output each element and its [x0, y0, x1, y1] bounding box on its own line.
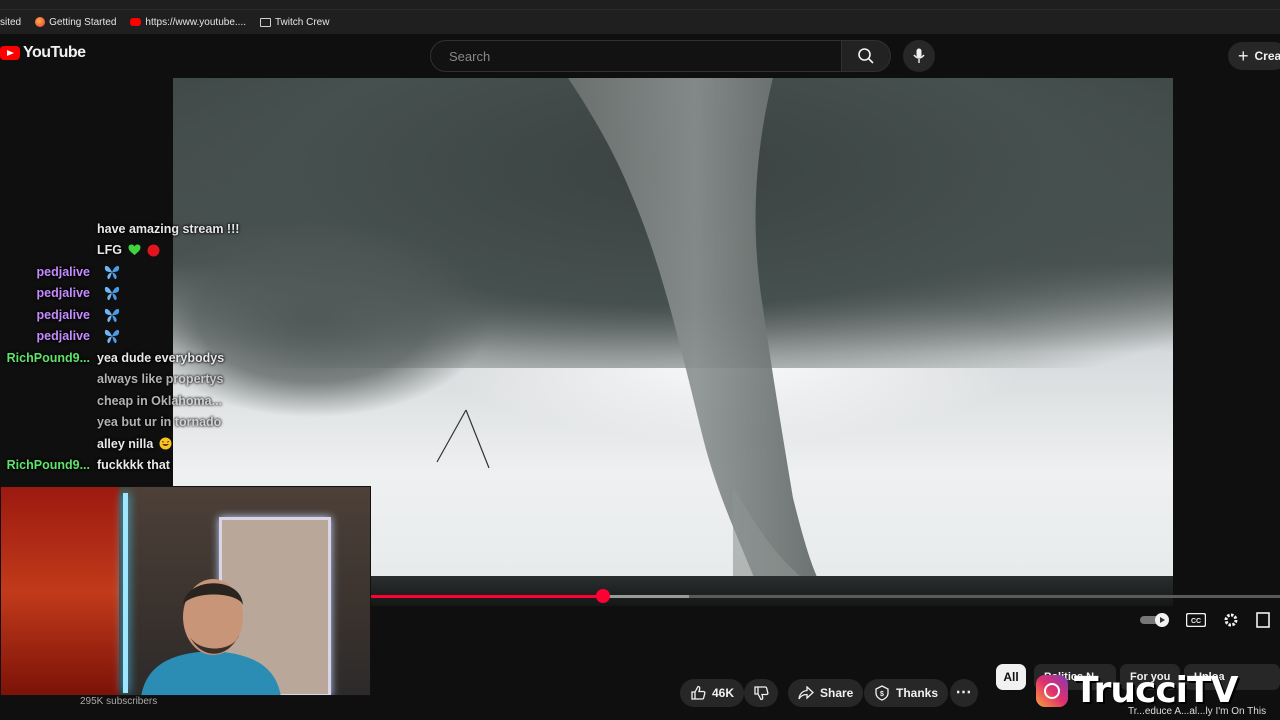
- search-placeholder: Search: [449, 48, 491, 64]
- recommended-video-title[interactable]: Tr...educe A...al...ly I'm On This: [1128, 706, 1266, 717]
- chat-message: always like propertys: [0, 369, 300, 391]
- palm-tree-wall: [1, 487, 119, 695]
- chat-message: yea but ur in tornado: [0, 412, 300, 434]
- create-label: Crea: [1254, 49, 1280, 63]
- bookmark-label: Twitch Crew: [275, 16, 330, 28]
- chat-username[interactable]: pedjalive: [0, 265, 97, 279]
- chat-message: pedjalive: [0, 261, 300, 283]
- blue-butterfly-emote-icon: [103, 328, 121, 344]
- chat-message: have amazing stream !!!: [0, 218, 300, 240]
- blue-butterfly-emote-icon: [103, 285, 121, 301]
- chat-username[interactable]: pedjalive: [0, 286, 97, 300]
- chat-text: fuckkkk that: [97, 458, 170, 473]
- bookmark-folder-twitch-crew[interactable]: Twitch Crew: [260, 17, 329, 28]
- chat-message: pedjalive: [0, 304, 300, 326]
- laughing-face-emote-icon: [159, 437, 172, 450]
- red-circle-emote-icon: [147, 244, 160, 257]
- firefox-icon: [35, 17, 46, 27]
- search-icon: [858, 48, 874, 64]
- youtube-logo[interactable]: YouTube: [0, 44, 86, 62]
- like-button[interactable]: 46K: [680, 679, 745, 707]
- blue-butterfly-emote-icon: [103, 264, 121, 280]
- chat-message: LFG: [0, 240, 300, 262]
- chat-message: pedjalive: [0, 326, 300, 348]
- search-input[interactable]: Search: [430, 40, 842, 72]
- more-horizontal-icon: ⋯: [955, 684, 973, 701]
- chat-username[interactable]: RichPound9...: [0, 351, 97, 365]
- instagram-icon: [1036, 674, 1068, 707]
- chat-text: yea but ur in tornado: [97, 415, 222, 430]
- microphone-icon: [913, 48, 925, 63]
- autoplay-toggle-icon: [1140, 613, 1169, 627]
- subscriber-count: 295K subscribers: [80, 696, 158, 707]
- chat-text: cheap in Oklahoma...: [97, 393, 223, 408]
- bookmark-youtube[interactable]: https://www.youtube....: [130, 17, 246, 28]
- green-heart-emote-icon: [128, 244, 141, 256]
- dislike-button[interactable]: [744, 679, 778, 707]
- miniplayer-button[interactable]: [1256, 612, 1270, 628]
- neon-light: [123, 493, 128, 693]
- browser-address-bar: [0, 0, 1280, 10]
- streamer-person: [141, 579, 281, 695]
- progress-played: [370, 595, 603, 598]
- svg-text:$: $: [880, 691, 884, 698]
- bookmark-getting-started[interactable]: Getting Started: [35, 17, 116, 28]
- player-controls: CC: [1140, 606, 1280, 634]
- chat-text: LFG: [97, 243, 122, 258]
- closed-captions-icon: CC: [1186, 613, 1206, 627]
- plus-icon: +: [1238, 46, 1249, 66]
- chat-username[interactable]: pedjalive: [0, 329, 97, 343]
- chat-text: always like propertys: [97, 372, 224, 387]
- thanks-button[interactable]: $ Thanks: [864, 679, 949, 707]
- thumbs-up-icon: [691, 685, 706, 700]
- voice-search-button[interactable]: [903, 40, 935, 72]
- bookmark-label: sited: [0, 16, 22, 28]
- super-thanks-icon: $: [875, 685, 889, 701]
- share-label: Share: [820, 686, 854, 700]
- captions-button[interactable]: CC: [1186, 613, 1206, 627]
- progress-scrubber-handle[interactable]: [596, 589, 610, 603]
- like-count: 46K: [712, 686, 735, 700]
- youtube-play-icon: [0, 46, 20, 60]
- blue-butterfly-emote-icon: [103, 307, 121, 323]
- chat-message: RichPound9... fuckkkk that: [0, 455, 300, 477]
- share-button[interactable]: Share: [788, 679, 864, 707]
- svg-text:CC: CC: [1191, 618, 1201, 625]
- chat-message: cheap in Oklahoma...: [0, 390, 300, 412]
- chip-all[interactable]: All: [996, 664, 1026, 690]
- share-icon: [798, 686, 814, 700]
- thanks-label: Thanks: [896, 686, 939, 700]
- youtube-icon: [130, 18, 142, 26]
- chat-text: yea dude everybodys: [97, 350, 225, 365]
- miniplayer-icon: [1256, 612, 1270, 628]
- youtube-logo-text: YouTube: [23, 44, 86, 61]
- stream-chat-overlay: have amazing stream !!! LFG pedjalive pedja…: [0, 218, 300, 476]
- bookmark-label: Getting Started: [49, 16, 117, 28]
- chat-username[interactable]: pedjalive: [0, 308, 97, 322]
- streamer-webcam: [0, 486, 371, 696]
- bookmark-visited[interactable]: sited: [0, 17, 21, 28]
- chat-text: have amazing stream !!!: [97, 221, 240, 236]
- chat-message: alley nilla: [0, 433, 300, 455]
- settings-button[interactable]: [1222, 611, 1240, 629]
- watermark-text: TrucciTV: [1074, 670, 1238, 711]
- thumbs-down-icon: [754, 686, 769, 701]
- create-button[interactable]: + Crea: [1228, 42, 1280, 70]
- bookmark-label: https://www.youtube....: [145, 16, 246, 28]
- autoplay-toggle[interactable]: [1140, 613, 1170, 627]
- chat-username[interactable]: RichPound9...: [0, 458, 97, 472]
- bookmarks-bar: sited Getting Started https://www.youtub…: [0, 10, 1280, 34]
- chat-message: RichPound9... yea dude everybodys: [0, 347, 300, 369]
- folder-icon: [260, 17, 271, 27]
- gear-icon: [1224, 613, 1238, 627]
- chat-text: alley nilla: [97, 436, 154, 451]
- search-button[interactable]: [841, 40, 891, 72]
- more-actions-button[interactable]: ⋯: [950, 679, 978, 707]
- channel-watermark: TrucciTV: [1036, 670, 1238, 711]
- chat-message: pedjalive: [0, 283, 300, 305]
